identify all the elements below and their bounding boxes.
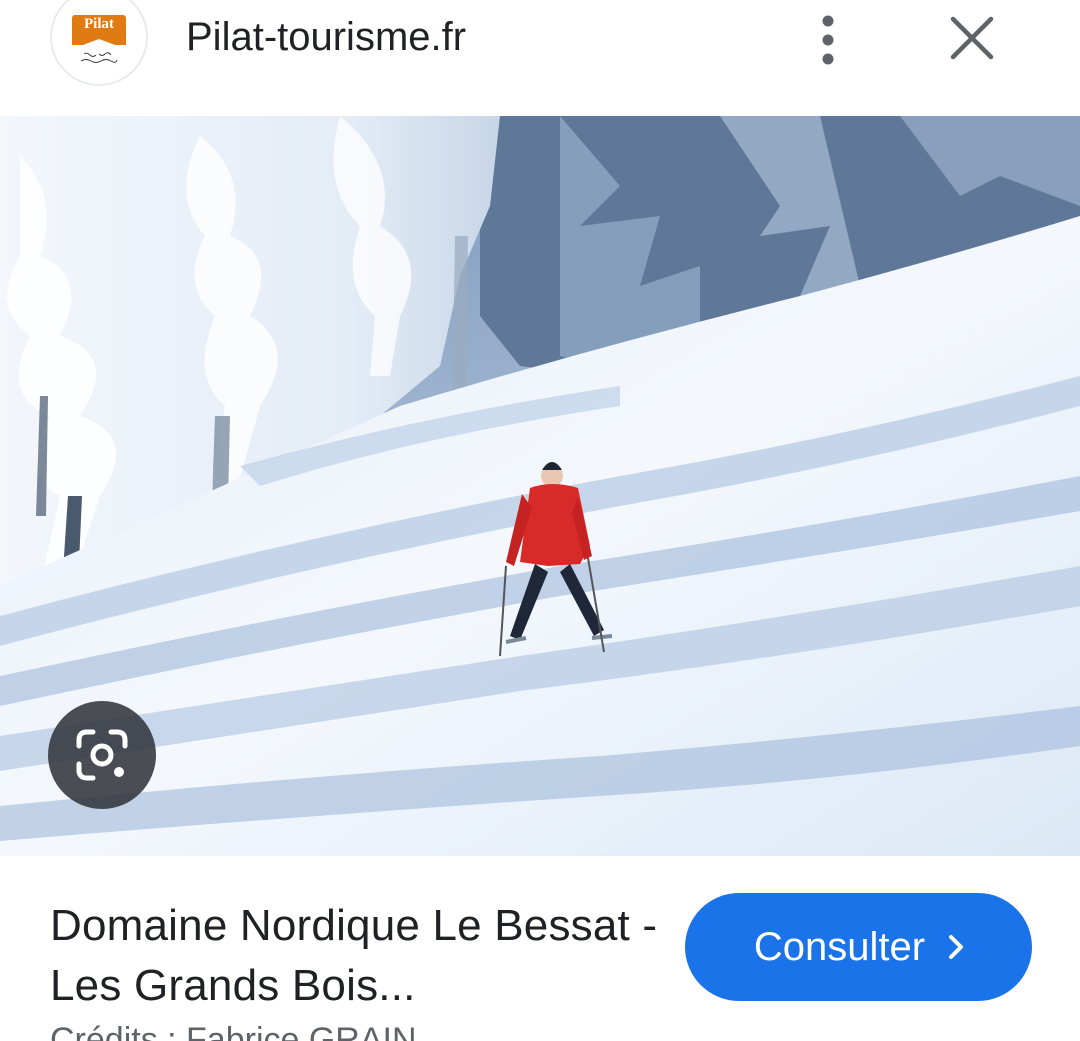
- logo-tagline-scribble: [80, 52, 118, 63]
- preview-header: Pilat Pilat-tourisme.fr: [0, 0, 1080, 116]
- image-preview-page: Pilat Pilat-tourisme.fr Domaine Nordique…: [0, 0, 1080, 1041]
- close-button[interactable]: [944, 10, 1000, 66]
- consult-button[interactable]: Consulter: [685, 893, 1032, 1001]
- site-name[interactable]: Pilat-tourisme.fr: [186, 14, 466, 60]
- more-vertical-icon: [822, 15, 834, 65]
- consult-button-label: Consulter: [753, 924, 926, 969]
- chevron-right-icon: [949, 935, 964, 959]
- more-options-button[interactable]: [808, 8, 848, 70]
- google-lens-icon: [76, 729, 128, 781]
- lens-button[interactable]: [48, 701, 156, 809]
- pilat-logo: Pilat: [72, 15, 126, 67]
- result-image[interactable]: [0, 116, 1080, 856]
- close-icon: [950, 16, 994, 60]
- snowy-forest-skier-photo: [0, 116, 1080, 856]
- site-favicon[interactable]: Pilat: [50, 0, 148, 86]
- image-credit: Crédits : Fabrice GRAIN: [50, 1021, 417, 1041]
- result-title[interactable]: Domaine Nordique Le Bessat - Les Grands …: [50, 896, 670, 1016]
- logo-text: Pilat: [84, 16, 114, 32]
